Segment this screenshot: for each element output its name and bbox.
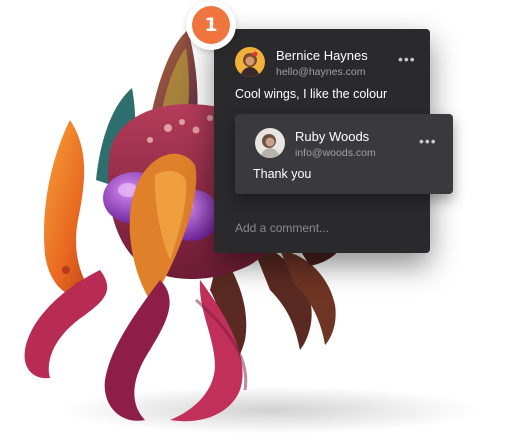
reply-text: Thank you — [253, 167, 312, 181]
reply-author-name: Ruby Woods — [295, 129, 370, 144]
more-horizontal-icon[interactable]: ••• — [419, 134, 437, 148]
more-horizontal-icon[interactable]: ••• — [398, 52, 416, 66]
reply-author-email: info@woods.com — [295, 147, 376, 159]
comment-author-name: Bernice Haynes — [276, 48, 368, 63]
comment-thread-panel: Bernice Haynes hello@haynes.com ••• Cool… — [214, 29, 453, 253]
reply-card: Ruby Woods info@woods.com ••• Thank you — [235, 114, 453, 194]
comment-author-email: hello@haynes.com — [276, 66, 366, 78]
comment-marker-number: 1 — [192, 6, 230, 44]
avatar-icon — [255, 128, 285, 158]
comment-text: Cool wings, I like the colour — [235, 87, 388, 101]
comment-marker[interactable]: 1 — [186, 0, 236, 50]
avatar-icon — [235, 47, 265, 77]
avatar — [255, 128, 285, 158]
avatar — [235, 47, 265, 77]
add-comment-input[interactable] — [235, 219, 415, 237]
